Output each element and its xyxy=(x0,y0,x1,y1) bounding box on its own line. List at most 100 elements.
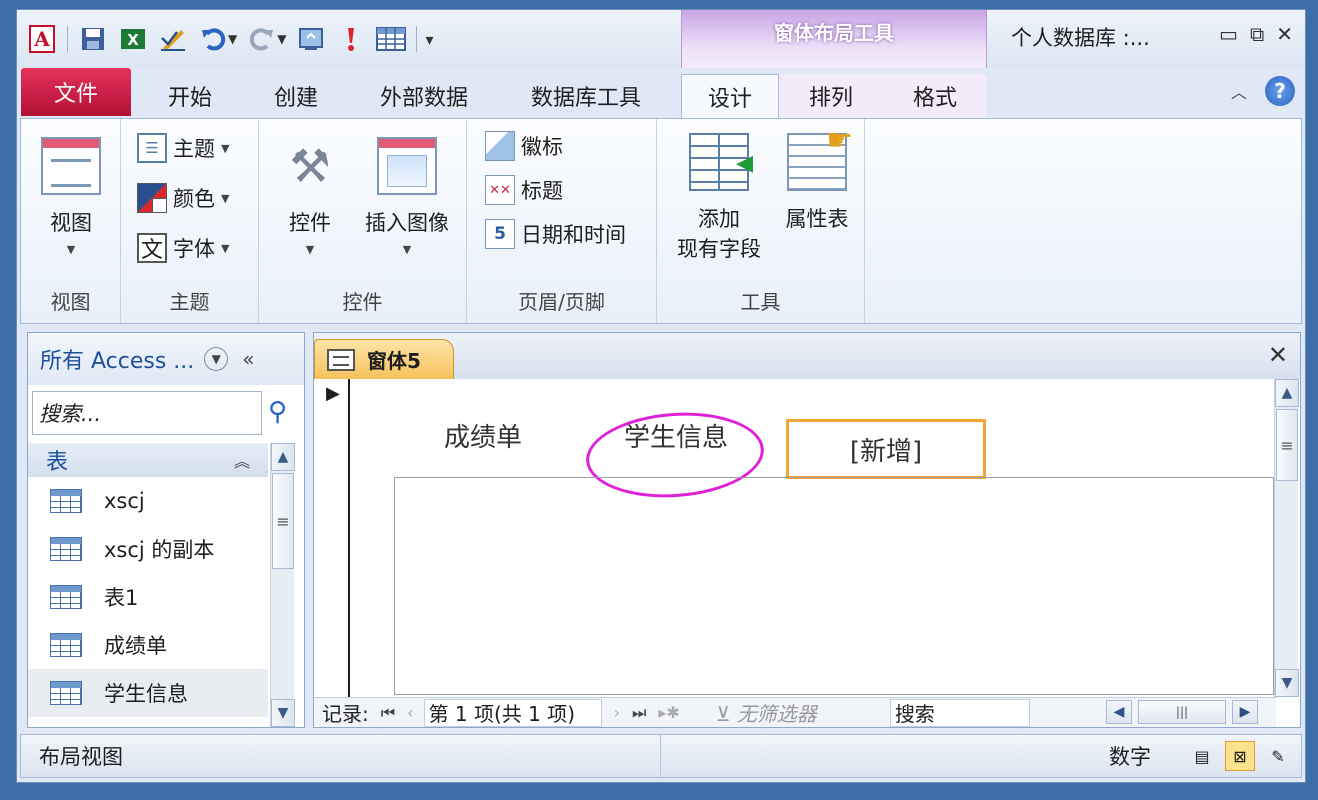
scroll-down-icon[interactable]: ▼ xyxy=(1275,669,1299,697)
form-tab-grades[interactable]: 成绩单 xyxy=(444,417,522,454)
list-item[interactable]: xscj 的副本 xyxy=(28,525,268,573)
scroll-up-icon[interactable]: ▲ xyxy=(1275,379,1299,407)
first-record-icon[interactable]: ⏮ xyxy=(381,703,395,723)
minimize-icon[interactable]: ▭ xyxy=(1219,22,1238,46)
nav-search-input[interactable]: 搜索... xyxy=(32,391,262,435)
scroll-right-icon[interactable]: ▶ xyxy=(1232,700,1258,724)
help-icon[interactable]: ? xyxy=(1265,76,1295,106)
list-item[interactable]: 成绩单 xyxy=(28,621,268,669)
group-label-tools: 工具 xyxy=(740,290,781,314)
customize-icon[interactable]: ▾ xyxy=(425,30,433,49)
last-record-icon[interactable]: ⏭ xyxy=(632,703,646,723)
window-title: 个人数据库 :... xyxy=(1011,26,1150,50)
scroll-thumb[interactable]: ≡ xyxy=(272,473,294,569)
search-icon[interactable]: ⚲ xyxy=(268,397,287,427)
record-selector[interactable]: ▶ xyxy=(314,379,350,697)
collapse-pane-icon[interactable]: « xyxy=(242,347,254,371)
insert-image-button[interactable]: 插入图像 ▼ xyxy=(355,137,459,256)
tab-create[interactable]: 创建 xyxy=(251,74,341,118)
layout-view-icon[interactable]: ⊠ xyxy=(1225,741,1255,771)
title-bar: A X ▼ ▼ ▾ 窗体布局工具 个人数据库:... ▭ ⧉ ✕ xyxy=(17,10,1305,68)
svg-text:X: X xyxy=(127,31,139,49)
redo-dropdown-icon[interactable]: ▼ xyxy=(277,32,286,46)
add-fields-icon xyxy=(689,133,753,191)
nav-pane-header[interactable]: 所有 Access ... ▼ « xyxy=(28,333,304,385)
font-button[interactable]: 文 字体 ▼ xyxy=(137,233,229,263)
form-tab-new[interactable]: [新增] xyxy=(786,419,986,479)
redo-icon[interactable] xyxy=(243,22,281,56)
group-theme: ☰ 主题 ▼ 颜色 ▼ 文 字体 ▼ 主题 xyxy=(121,119,259,323)
date-time-icon: 5 xyxy=(485,219,515,249)
heading-button[interactable]: ✕✕ 标题 xyxy=(485,175,563,205)
tab-database-tools[interactable]: 数据库工具 xyxy=(511,74,661,118)
excel-icon[interactable]: X xyxy=(114,22,152,56)
tab-format[interactable]: 格式 xyxy=(883,74,987,118)
list-item[interactable]: xscj xyxy=(28,477,268,525)
alert-icon[interactable] xyxy=(332,22,370,56)
next-record-icon[interactable]: › xyxy=(614,703,620,722)
logo-button[interactable]: 徽标 xyxy=(485,131,563,161)
previous-record-icon[interactable]: ‹ xyxy=(407,703,413,722)
nav-pane-title: 所有 Access ... xyxy=(40,349,195,374)
list-item[interactable]: 学生信息 xyxy=(28,669,268,717)
tab-design[interactable]: 设计 xyxy=(681,74,779,118)
group-tools: 添加 现有字段 属性表 工具 xyxy=(657,119,865,323)
group-label-theme: 主题 xyxy=(169,290,210,314)
chevron-down-icon[interactable]: ▼ xyxy=(204,347,229,371)
filter-status[interactable]: ⊻ 无筛选器 xyxy=(716,698,880,727)
table-icon xyxy=(50,537,82,561)
view-button[interactable]: 视图 ▼ xyxy=(39,137,103,256)
tab-file[interactable]: 文件 xyxy=(21,68,131,116)
access-logo-icon[interactable]: A xyxy=(23,22,61,56)
save-icon[interactable] xyxy=(74,22,112,56)
tab-arrange[interactable]: 排列 xyxy=(779,74,883,118)
collapse-category-icon[interactable]: ︽ xyxy=(234,448,250,472)
refresh-icon[interactable] xyxy=(292,22,330,56)
record-position-input[interactable]: 第 1 项(共 1 项) xyxy=(423,698,602,727)
group-controls: ⚒ 控件 ▼ 插入图像 ▼ 控件 xyxy=(259,119,467,323)
nav-category-tables[interactable]: 表 ︽ xyxy=(28,443,268,477)
form-view-icon[interactable]: ▤ xyxy=(1187,741,1217,771)
numlock-indicator: 数字 xyxy=(1109,745,1151,769)
property-sheet-button[interactable]: 属性表 xyxy=(775,123,859,233)
group-label-header-footer: 页眉/页脚 xyxy=(518,290,605,314)
scroll-thumb[interactable]: ||| xyxy=(1138,700,1226,724)
datetime-button[interactable]: 5 日期和时间 xyxy=(485,219,626,249)
color-button[interactable]: 颜色 ▼ xyxy=(137,183,229,213)
filter-icon: ⊻ xyxy=(715,702,737,726)
theme-button[interactable]: ☰ 主题 ▼ xyxy=(137,133,229,163)
table-icon xyxy=(50,681,82,705)
tab-control-page xyxy=(394,477,1274,695)
scroll-down-icon[interactable]: ▼ xyxy=(271,699,295,727)
context-tool-header: 窗体布局工具 xyxy=(681,10,987,68)
table-icon xyxy=(50,585,82,609)
design-view-icon[interactable]: ✎ xyxy=(1263,741,1293,771)
scroll-thumb[interactable]: ≡ xyxy=(1276,409,1298,481)
tab-home[interactable]: 开始 xyxy=(145,74,235,118)
close-document-icon[interactable]: ✕ xyxy=(1268,341,1288,369)
horizontal-scrollbar[interactable]: ◀ ||| ▶ xyxy=(1106,697,1272,727)
scroll-left-icon[interactable]: ◀ xyxy=(1106,700,1132,724)
close-icon[interactable]: ✕ xyxy=(1276,22,1293,46)
list-item[interactable]: 表1 xyxy=(28,573,268,621)
undo-icon[interactable] xyxy=(194,22,232,56)
table-icon[interactable] xyxy=(372,22,410,56)
add-existing-fields-button[interactable]: 添加 现有字段 xyxy=(669,133,769,263)
collapse-ribbon-icon[interactable]: ︿ xyxy=(1231,79,1247,103)
ribbon-right-controls: ︿ ? xyxy=(1231,76,1295,106)
undo-dropdown-icon[interactable]: ▼ xyxy=(228,32,237,46)
document-tab-form5[interactable]: 窗体5 xyxy=(314,339,454,379)
tab-external-data[interactable]: 外部数据 xyxy=(359,74,489,118)
ribbon: 视图 ▼ 视图 ☰ 主题 ▼ 颜色 ▼ 文 字体 ▼ 主题 ⚒ 控件 ▼ 插入图… xyxy=(20,118,1302,324)
nav-scrollbar[interactable]: ▲ ≡ ▼ xyxy=(270,443,295,727)
group-label-controls: 控件 xyxy=(342,290,383,314)
edit-icon[interactable] xyxy=(154,22,192,56)
scroll-up-icon[interactable]: ▲ xyxy=(271,443,295,471)
record-search-input[interactable]: 搜索 xyxy=(889,698,1030,727)
restore-icon[interactable]: ⧉ xyxy=(1250,22,1264,46)
form-view-icon xyxy=(41,137,101,195)
controls-button[interactable]: ⚒ 控件 ▼ xyxy=(279,137,341,256)
nav-list: 表 ︽ xscj xscj 的副本 表1 成绩单 学生信息 xyxy=(28,443,268,728)
new-record-icon[interactable]: ▸✱ xyxy=(658,703,679,722)
form-scrollbar[interactable]: ▲ ≡ ▼ xyxy=(1274,379,1299,697)
